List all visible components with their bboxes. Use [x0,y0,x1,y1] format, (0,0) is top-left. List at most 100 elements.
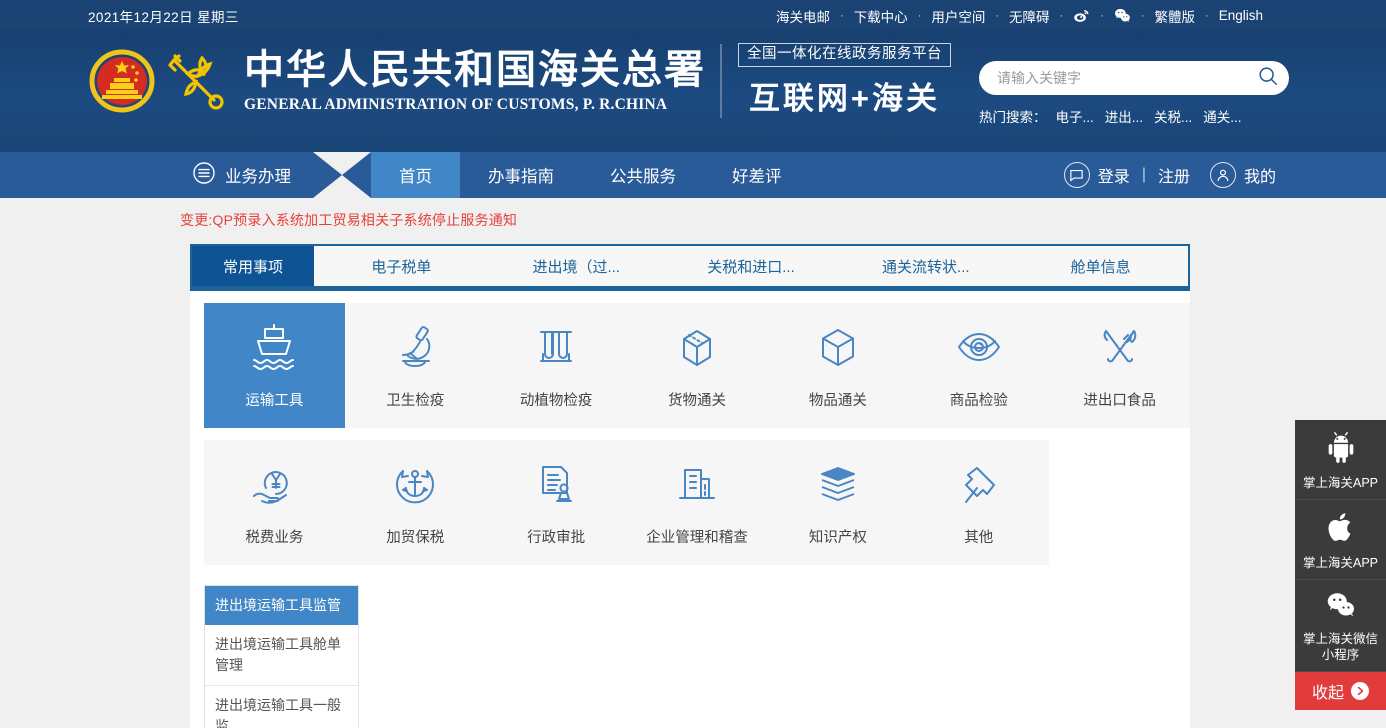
page-body: 变更:QP预录入系统加工贸易相关子系统停止服务通知 常用事项 电子税单 进出境（… [0,198,1386,728]
search-box[interactable] [979,61,1289,95]
link-download-center[interactable]: 下载中心 [845,6,917,26]
rail-item-label: 掌上海关APP [1299,555,1382,571]
tab-common-items[interactable]: 常用事项 [192,246,314,286]
platform-subtitle: 全国一体化在线政务服务平台 [738,43,951,67]
site-logo-block[interactable]: 中华人民共和国海关总署 GENERAL ADMINISTRATION OF CU… [88,43,951,118]
site-header: 中华人民共和国海关总署 GENERAL ADMINISTRATION OF CU… [0,31,1386,152]
rail-collapse-button[interactable]: 收起 [1295,672,1386,710]
ship-icon [248,321,300,373]
open-box-icon [671,321,723,373]
nav-item-home[interactable]: 首页 [371,152,460,198]
hamburger-menu-icon [192,161,216,190]
category-row-2: 税费业务 加贸保税 [204,440,1190,577]
platform-brand-block: 全国一体化在线政务服务平台 互联网+海关 [738,43,951,118]
category-intellectual-property[interactable]: 知识产权 [767,440,908,565]
category-label: 货物通关 [668,389,726,410]
wechat-icon [1324,607,1358,624]
hot-search-item-4[interactable]: 通关... [1203,106,1241,126]
my-account-button[interactable]: 我的 [1244,163,1276,187]
hot-search-label: 热门搜索： [979,106,1047,126]
category-label: 运输工具 [245,389,303,410]
category-import-export-food[interactable]: 进出口食品 [1049,303,1190,428]
register-button[interactable]: 注册 [1158,163,1190,187]
sub-item-transport-general[interactable]: 进出境运输工具一般监 [205,686,358,728]
site-title-en: GENERAL ADMINISTRATION OF CUSTOMS, P. R.… [244,94,706,116]
login-button[interactable]: 登录 [1098,163,1130,187]
category-goods-clearance[interactable]: 货物通关 [627,303,768,428]
category-health-quarantine[interactable]: 卫生检疫 [345,303,486,428]
link-english[interactable]: English [1210,8,1272,23]
search-area: 热门搜索： 电子... 进出... 关税... 通关... [979,61,1289,126]
link-user-space[interactable]: 用户空间 [922,6,994,26]
tab-electronic-tax-bill[interactable]: 电子税单 [314,246,489,286]
nav-item-review[interactable]: 好差评 [704,152,810,198]
microscope-icon [389,321,441,373]
header-divider [720,44,722,118]
category-articles-clearance[interactable]: 物品通关 [767,303,908,428]
weibo-icon[interactable] [1064,7,1099,24]
service-tabs: 常用事项 电子税单 进出境（过... 关税和进口... 通关流转状... 舱单信… [190,244,1190,288]
hot-search-item-2[interactable]: 进出... [1105,106,1143,126]
hot-search-item-1[interactable]: 电子... [1056,106,1094,126]
category-other[interactable]: 其他 [908,440,1049,565]
sub-item-transport-manifest[interactable]: 进出境运输工具舱单管理 [205,625,358,686]
tab-tariff-import[interactable]: 关税和进口... [664,246,839,286]
document-stamp-icon [530,458,582,510]
rail-collapse-label: 收起 [1312,679,1344,703]
category-commodity-inspection[interactable]: 商品检验 [908,303,1049,428]
nav-item-business[interactable]: 业务办理 [180,152,313,198]
wechat-icon[interactable] [1105,7,1140,24]
site-title-cn: 中华人民共和国海关总署 [244,46,706,94]
notice-banner[interactable]: 变更:QP预录入系统加工贸易相关子系统停止服务通知 [0,198,1386,240]
nav-hourglass-divider [313,152,371,198]
search-input[interactable] [997,70,1257,86]
link-accessibility[interactable]: 无障碍 [1000,6,1059,26]
category-administrative-approval[interactable]: 行政审批 [486,440,627,565]
category-label: 税费业务 [245,526,303,547]
customs-caduceus-key-icon [158,44,232,118]
category-enterprise-management-audit[interactable]: 企业管理和稽查 [627,440,768,565]
category-animal-plant-quarantine[interactable]: 动植物检疫 [486,303,627,428]
nav-separator: | [1138,166,1150,184]
category-label: 加贸保税 [386,526,444,547]
rail-item-label: 掌上海关APP [1299,475,1382,491]
main-navigation: 业务办理 首页 办事指南 公共服务 好差评 登录 | 注册 我的 [0,152,1386,198]
tab-clearance-status[interactable]: 通关流转状... [838,246,1013,286]
service-panel: 常用事项 电子税单 进出境（过... 关税和进口... 通关流转状... 舱单信… [190,244,1190,728]
sub-item-transport-supervision[interactable]: 进出境运输工具监管 [205,586,358,625]
nav-item-guide[interactable]: 办事指南 [460,152,582,198]
cube-icon [812,321,864,373]
rail-item-android-app[interactable]: 掌上海关APP [1295,420,1386,500]
user-circle-icon[interactable] [1210,162,1236,188]
tabs-rest-group: 电子税单 进出境（过... 关税和进口... 通关流转状... 舱单信息 [314,246,1188,286]
hot-search-item-3[interactable]: 关税... [1154,106,1192,126]
pushpin-icon [953,458,1005,510]
chat-bubble-icon[interactable] [1064,162,1090,188]
link-traditional-chinese[interactable]: 繁體版 [1146,6,1205,26]
tab-entry-exit[interactable]: 进出境（过... [489,246,664,286]
platform-title: 互联网+海关 [749,73,940,118]
category-label: 商品检验 [950,389,1008,410]
anchor-circle-icon [389,458,441,510]
hot-search-row: 热门搜索： 电子... 进出... 关税... 通关... [979,106,1289,126]
grid-spacer [1049,440,1190,565]
category-label: 卫生检疫 [386,389,444,410]
nav-left-group: 业务办理 首页 办事指南 公共服务 好差评 [180,152,810,198]
category-processing-trade-bonded[interactable]: 加贸保税 [345,440,486,565]
category-transport-tools[interactable]: 运输工具 [204,303,345,428]
site-title-block: 中华人民共和国海关总署 GENERAL ADMINISTRATION OF CU… [244,46,706,116]
rail-item-ios-app[interactable]: 掌上海关APP [1295,500,1386,580]
link-customs-email[interactable]: 海关电邮 [767,6,839,26]
search-icon[interactable] [1257,65,1279,92]
nav-item-business-label: 业务办理 [225,163,291,187]
category-label: 企业管理和稽查 [646,526,748,547]
eye-inspection-icon [953,321,1005,373]
tab-manifest-info[interactable]: 舱单信息 [1013,246,1188,286]
nav-right-group: 登录 | 注册 我的 [1064,152,1276,198]
rail-item-wechat-miniprogram[interactable]: 掌上海关微信小程序 [1295,580,1386,672]
rail-item-label: 掌上海关微信小程序 [1299,631,1382,663]
category-tax-business[interactable]: 税费业务 [204,440,345,565]
nav-item-public-service[interactable]: 公共服务 [582,152,704,198]
floating-app-rail: 掌上海关APP 掌上海关APP [1295,420,1386,710]
category-label: 动植物检疫 [520,389,593,410]
